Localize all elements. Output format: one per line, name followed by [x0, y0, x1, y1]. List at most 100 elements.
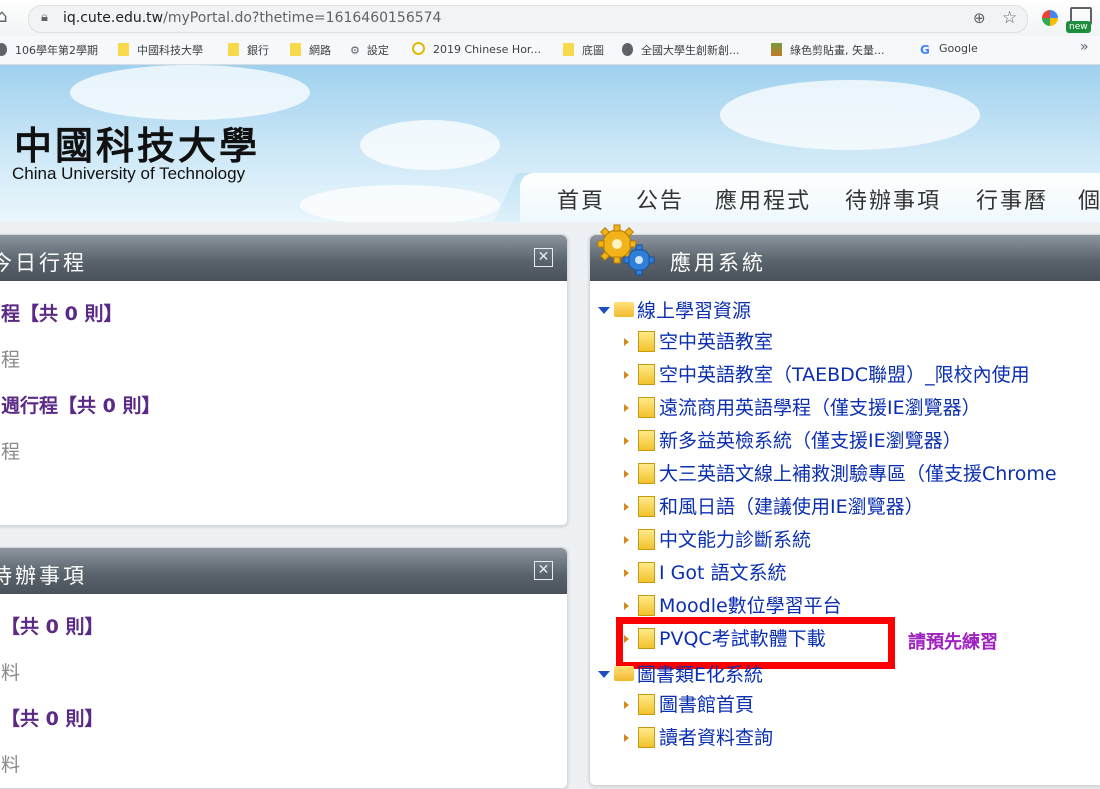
document-icon — [638, 364, 655, 385]
close-icon[interactable]: ✕ — [534, 248, 553, 267]
folder-icon — [228, 43, 239, 56]
bookmark-bank[interactable]: 銀行 — [228, 42, 269, 58]
folder-library[interactable]: 圖書類E化系統 — [598, 664, 763, 686]
schedule-heading: 程【共 0 則】 — [1, 303, 123, 325]
app-link[interactable]: 空中英語教室（TAEBDC聯盟）_限校內使用 — [624, 364, 1030, 386]
bookmark-basemap[interactable]: 底圖 — [563, 42, 604, 58]
week-schedule-text: 程 — [1, 441, 21, 463]
gears-icon — [597, 224, 655, 276]
document-icon — [638, 331, 655, 352]
folder-icon — [614, 666, 634, 681]
address-bar[interactable]: 🔒︎ iq.cute.edu.tw/myPortal.do?thetime=16… — [28, 5, 1028, 33]
app-link[interactable]: 讀者資料查詢 — [624, 727, 773, 749]
week-schedule-heading: 週行程【共 0 則】 — [1, 395, 161, 417]
cloud-decoration — [360, 120, 500, 170]
document-icon — [638, 529, 655, 550]
app-link[interactable]: 中文能力診斷系統 — [624, 529, 811, 551]
google-icon — [920, 43, 931, 56]
nav-applications[interactable]: 應用程式 — [715, 183, 811, 215]
bookmark-network[interactable]: 網路 — [290, 42, 331, 58]
app-link[interactable]: 大三英語文線上補救測驗專區（僅支援Chrome — [624, 463, 1057, 485]
bookmarks-bar: 106學年第2學期 中國科技大學 銀行 網路 ⚙ 設定 2019 Chinese … — [0, 36, 1100, 65]
bookmark-google[interactable]: Google — [920, 42, 978, 56]
nav-announcements[interactable]: 公告 — [636, 183, 684, 215]
arrow-icon — [624, 503, 629, 511]
folder-online-learning[interactable]: 線上學習資源 — [598, 300, 751, 322]
practice-note: 請預先練習 — [908, 632, 998, 653]
close-icon[interactable]: ✕ — [534, 561, 553, 580]
bookmark-cute[interactable]: 中國科技大學 — [118, 42, 203, 58]
app-link[interactable]: Moodle數位學習平台 — [624, 595, 842, 617]
globe-icon — [622, 43, 633, 56]
todo-heading: 【共 0 則】 — [1, 708, 104, 730]
arrow-icon — [624, 602, 629, 610]
app-link[interactable]: 空中英語教室 — [624, 331, 773, 353]
document-icon — [638, 496, 655, 517]
gear-icon: ⚙ — [350, 44, 360, 57]
zoom-icon[interactable]: ⊕ — [973, 9, 986, 27]
new-badge: new — [1066, 21, 1091, 33]
c-logo-icon — [412, 42, 425, 55]
app-link[interactable]: I Got 語文系統 — [624, 562, 786, 584]
panel-title: 應用系統 — [670, 251, 766, 275]
folder-icon — [290, 43, 301, 56]
browser-toolbar: ⌂ 🔒︎ iq.cute.edu.tw/myPortal.do?thetime=… — [0, 0, 1100, 36]
nav-calendar[interactable]: 行事曆 — [976, 183, 1048, 215]
arrow-icon — [624, 734, 629, 742]
document-icon — [638, 595, 655, 616]
logo-english[interactable]: China University of Technology — [12, 164, 245, 184]
todo-text: 料 — [1, 754, 21, 776]
arrow-icon — [624, 470, 629, 478]
image-icon — [771, 43, 782, 56]
site-header: 中國科技大學 China University of Technology 首頁… — [0, 65, 1100, 222]
folder-icon — [563, 43, 574, 56]
app-link[interactable]: 圖書館首頁 — [624, 694, 754, 716]
nav-todo[interactable]: 待辦事項 — [845, 183, 941, 215]
bookmark-settings[interactable]: ⚙ 設定 — [350, 42, 389, 58]
globe-icon — [0, 43, 7, 56]
cloud-decoration — [300, 185, 500, 222]
document-icon — [638, 562, 655, 583]
nav-personal[interactable]: 個 — [1078, 183, 1100, 215]
bookmark-106[interactable]: 106學年第2學期 — [0, 42, 98, 58]
logo-chinese[interactable]: 中國科技大學 — [14, 115, 260, 170]
cloud-decoration — [720, 80, 980, 150]
app-link[interactable]: 遠流商用英語學程（僅支援IE瀏覽器） — [624, 397, 981, 419]
document-icon — [638, 463, 655, 484]
arrow-icon — [624, 371, 629, 379]
schedule-panel: 今日行程 ✕ 程【共 0 則】 程 週行程【共 0 則】 程 — [0, 234, 568, 526]
extension-icon[interactable] — [1042, 10, 1058, 26]
bookmark-clipart[interactable]: 綠色剪貼畫, 矢量... — [771, 42, 884, 58]
document-icon — [638, 397, 655, 418]
todo-heading: 【共 0 則】 — [1, 616, 104, 638]
folder-icon — [118, 43, 129, 56]
arrow-icon — [624, 437, 629, 445]
panel-header: 待辦事項 ✕ — [0, 548, 567, 594]
app-link[interactable]: 和風日語（建議使用IE瀏覽器） — [624, 496, 924, 518]
document-icon — [638, 727, 655, 748]
cloud-decoration — [70, 65, 310, 120]
arrow-icon — [624, 569, 629, 577]
url-text[interactable]: iq.cute.edu.tw/myPortal.do?thetime=16164… — [63, 10, 441, 26]
home-icon[interactable]: ⌂ — [0, 6, 7, 27]
lock-icon[interactable]: 🔒︎ — [41, 10, 48, 25]
highlight-box — [616, 617, 895, 669]
panel-title: 今日行程 — [0, 251, 87, 275]
todo-text: 料 — [1, 662, 21, 684]
expand-caret-icon[interactable] — [598, 671, 610, 678]
nav-home[interactable]: 首頁 — [557, 183, 605, 215]
arrow-icon — [624, 404, 629, 412]
bookmark-innovation[interactable]: 全國大學生創新創... — [622, 42, 740, 58]
schedule-text: 程 — [1, 349, 21, 371]
arrow-icon — [624, 338, 629, 346]
folder-icon — [614, 302, 634, 317]
panel-title: 待辦事項 — [0, 564, 87, 588]
todo-panel: 待辦事項 ✕ 【共 0 則】 料 【共 0 則】 料 — [0, 547, 568, 789]
expand-caret-icon[interactable] — [598, 307, 610, 314]
arrow-icon — [624, 536, 629, 544]
bookmark-chinese-hor[interactable]: 2019 Chinese Hor... — [412, 42, 541, 56]
document-icon — [638, 694, 655, 715]
more-bookmarks-icon[interactable]: » — [1080, 39, 1089, 55]
app-link[interactable]: 新多益英檢系統（僅支援IE瀏覽器） — [624, 430, 962, 452]
bookmark-star-icon[interactable]: ☆ — [1002, 8, 1017, 28]
